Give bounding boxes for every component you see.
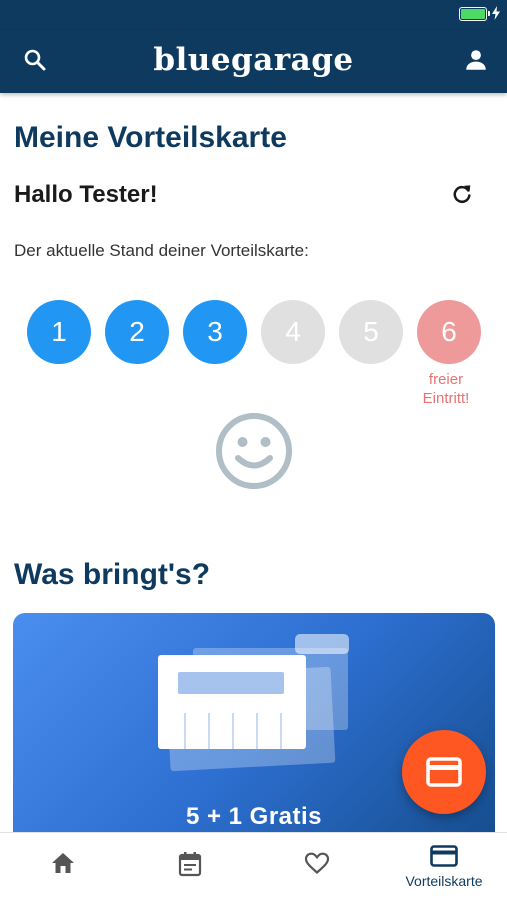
page-title: Meine Vorteilskarte <box>14 121 287 154</box>
card-status-text: Der aktuelle Stand deiner Vorteilskarte: <box>14 241 309 260</box>
nav-calendar[interactable] <box>127 833 253 900</box>
stamp-3: 3 <box>183 300 247 364</box>
app-logo: bluegarage <box>153 42 354 78</box>
nav-favorites[interactable] <box>254 833 380 900</box>
card-icon <box>426 757 462 787</box>
charging-icon <box>492 6 500 20</box>
stamp-5: 5 <box>339 300 403 364</box>
heart-icon <box>304 852 330 874</box>
main-content[interactable]: Meine Vorteilskarte Hallo Tester! Der ak… <box>0 93 507 832</box>
bonus-label-line1: freier <box>428 371 464 388</box>
app-bar: bluegarage <box>0 30 507 93</box>
stamp-1: 1 <box>27 300 91 364</box>
home-icon <box>52 853 74 873</box>
nav-vorteilskarte-label: Vorteilskarte <box>405 873 483 889</box>
bottom-navigation: Vorteilskarte <box>0 832 507 900</box>
stamp-6-bonus: 6 <box>417 300 481 364</box>
account-icon[interactable] <box>463 47 489 73</box>
refresh-icon[interactable] <box>450 182 474 206</box>
greeting: Hallo Tester! <box>14 181 158 208</box>
nav-home[interactable] <box>0 833 126 900</box>
benefits-heading: Was bringt's? <box>14 558 211 591</box>
card-icon <box>430 845 458 867</box>
stamp-2: 2 <box>105 300 169 364</box>
nav-vorteilskarte[interactable]: Vorteilskarte <box>381 833 507 900</box>
bonus-label-line2: Eintritt! <box>422 390 470 407</box>
stamp-row: 1 2 3 4 5 6 freier Eintritt! <box>27 300 483 410</box>
loyalty-card-illustration <box>158 634 349 772</box>
stamp-4: 4 <box>261 300 325 364</box>
smiley-icon <box>216 413 292 489</box>
vorteilskarte-fab[interactable] <box>402 730 486 814</box>
status-bar <box>0 0 507 30</box>
bonus-label: freier Eintritt! <box>410 370 482 408</box>
battery-icon <box>459 7 490 21</box>
calendar-icon <box>178 852 202 877</box>
